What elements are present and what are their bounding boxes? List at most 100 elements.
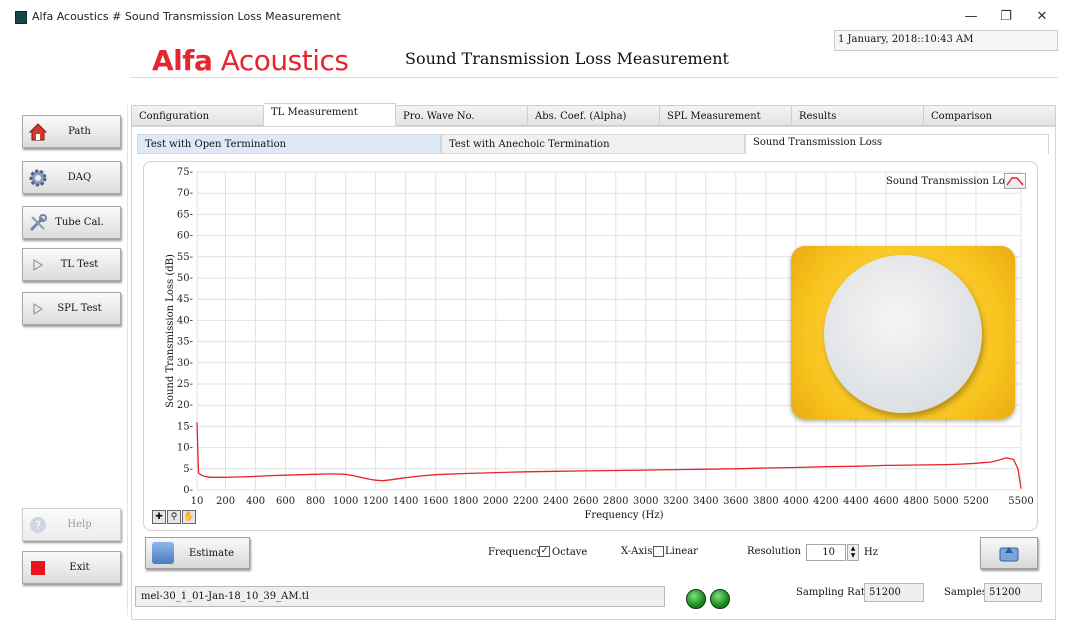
x-tick-label: 5500 — [1008, 496, 1033, 507]
x-tick-label: 4400 — [843, 496, 868, 507]
subtab-anechoic-termination[interactable]: Test with Anechoic Termination — [441, 134, 745, 154]
foam-sample-disc — [824, 255, 982, 413]
help-icon: ? — [27, 514, 49, 536]
x-tick-label: 3600 — [723, 496, 748, 507]
save-button[interactable] — [980, 537, 1038, 569]
octave-checkbox[interactable]: ✓ — [539, 546, 550, 557]
sidebar-item-daq[interactable]: DAQ — [22, 161, 121, 194]
x-tick-label: 5200 — [963, 496, 988, 507]
linear-checkbox[interactable] — [653, 546, 664, 557]
tab-abs-coef[interactable]: Abs. Coef. (Alpha) — [528, 105, 660, 126]
sidebar-item-tube-cal[interactable]: Tube Cal. — [22, 206, 121, 239]
cursor-tool-icon[interactable]: ✚ — [152, 510, 166, 524]
minimize-button[interactable]: — — [956, 6, 986, 28]
x-tick-label: 1200 — [363, 496, 388, 507]
estimate-label: Estimate — [188, 547, 235, 559]
x-tick-label: 800 — [306, 496, 325, 507]
y-axis-title: Sound Transmission Loss (dB) — [165, 254, 176, 408]
zoom-tool-icon[interactable]: ⚲ — [167, 510, 181, 524]
y-tick-label: 60- — [177, 231, 193, 242]
linear-label: Linear — [665, 546, 698, 557]
x-tick-label: 200 — [216, 496, 235, 507]
samples-value: 51200 — [984, 583, 1042, 602]
exit-label: Exit — [69, 562, 90, 573]
tab-configuration[interactable]: Configuration — [131, 105, 264, 126]
tab-pro-wave-no[interactable]: Pro. Wave No. — [396, 105, 528, 126]
tab-results[interactable]: Results — [792, 105, 924, 126]
x-tick-label: 2000 — [483, 496, 508, 507]
help-button[interactable]: ? Help — [22, 508, 121, 541]
x-tick-label: 2600 — [573, 496, 598, 507]
sidebar-item-label: Tube Cal. — [55, 217, 104, 228]
y-tick-label: 55- — [177, 252, 193, 263]
subtab-open-termination[interactable]: Test with Open Termination — [137, 134, 441, 154]
x-tick-label: 2800 — [603, 496, 628, 507]
sidebar-item-tl-test[interactable]: TL Test — [22, 248, 121, 281]
resolution-input[interactable]: 10 — [806, 544, 846, 561]
brand-name: Alfa Acoustics — [152, 44, 349, 77]
resolution-label: Resolution — [747, 546, 801, 557]
x-tick-label: 600 — [276, 496, 295, 507]
header-divider — [130, 77, 1058, 78]
svg-text:?: ? — [35, 519, 41, 532]
series-line-stl — [196, 422, 1022, 489]
sidebar-item-label: SPL Test — [57, 303, 102, 314]
pan-tool-icon[interactable]: ✋ — [182, 510, 196, 524]
stop-icon — [27, 557, 49, 579]
xaxis-label: X-Axis — [621, 546, 653, 557]
y-tick-label: 75- — [177, 167, 193, 178]
help-label: Help — [67, 519, 92, 530]
sidebar-item-spl-test[interactable]: SPL Test — [22, 292, 121, 325]
y-tick-label: 50- — [177, 273, 193, 284]
resolution-unit: Hz — [864, 547, 878, 558]
sidebar-item-label: DAQ — [67, 172, 92, 183]
sidebar-item-label: Path — [68, 126, 91, 137]
window-title: Alfa Acoustics # Sound Transmission Loss… — [32, 10, 341, 23]
save-icon — [999, 547, 1019, 562]
x-tick-label: 3200 — [663, 496, 688, 507]
y-tick-label: 20- — [177, 400, 193, 411]
app-icon — [15, 11, 27, 24]
status-led-1 — [686, 589, 706, 609]
y-tick-label: 10- — [177, 443, 193, 454]
x-tick-label: 1000 — [333, 496, 358, 507]
file-name-field: mel-30_1_01-Jan-18_10_39_AM.tl — [135, 586, 665, 607]
sidebar-divider — [127, 105, 128, 615]
resolution-stepper[interactable]: ▲ ▼ — [847, 544, 859, 561]
sampling-rate-label: Sampling Rate — [796, 587, 871, 598]
close-button[interactable]: ✕ — [1027, 6, 1057, 28]
gear-icon — [27, 167, 49, 189]
sub-tabs: Test with Open Termination Test with Ane… — [137, 134, 1050, 154]
x-tick-label: 400 — [246, 496, 265, 507]
tab-comparison[interactable]: Comparison — [924, 105, 1056, 126]
sidebar-item-path[interactable]: Path — [22, 115, 121, 148]
x-tick-label: 4600 — [873, 496, 898, 507]
y-tick-label: 35- — [177, 337, 193, 348]
restore-button[interactable]: ❐ — [991, 6, 1021, 28]
y-tick-label: 0- — [183, 485, 193, 496]
graph-tools: ✚ ⚲ ✋ — [152, 510, 196, 524]
tab-spl-measurement[interactable]: SPL Measurement — [660, 105, 792, 126]
alfa-acoustics-logo — [29, 29, 131, 105]
exit-button[interactable]: Exit — [22, 551, 121, 584]
x-axis-title: Frequency (Hz) — [584, 510, 663, 521]
x-tick-label: 4200 — [813, 496, 838, 507]
y-tick-label: 15- — [177, 421, 193, 432]
main-tabs: Configuration TL Measurement Pro. Wave N… — [131, 103, 1056, 126]
title-bar: Alfa Acoustics # Sound Transmission Loss… — [0, 0, 1072, 34]
y-tick-label: 5- — [183, 464, 193, 475]
y-tick-label: 70- — [177, 188, 193, 199]
subtab-sound-transmission-loss[interactable]: Sound Transmission Loss — [745, 134, 1049, 154]
octave-label: Octave — [552, 547, 588, 558]
y-tick-label: 30- — [177, 358, 193, 369]
y-tick-label: 65- — [177, 209, 193, 220]
tab-tl-measurement[interactable]: TL Measurement — [264, 103, 396, 126]
y-tick-label: 25- — [177, 379, 193, 390]
page-title: Sound Transmission Loss Measurement — [405, 49, 729, 68]
y-tick-label: 40- — [177, 315, 193, 326]
x-tick-label: 2200 — [513, 496, 538, 507]
home-icon — [27, 121, 49, 143]
frequency-label: Frequency — [488, 547, 543, 558]
estimate-button[interactable]: Estimate — [145, 537, 250, 569]
legend-swatch[interactable] — [1004, 173, 1026, 189]
